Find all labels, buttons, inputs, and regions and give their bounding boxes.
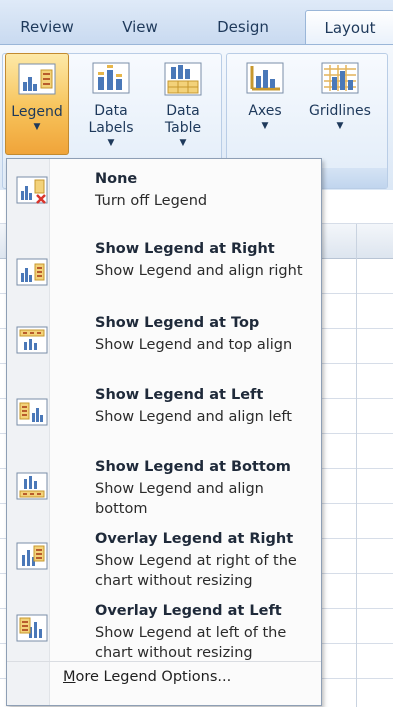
tab-layout[interactable]: Layout: [305, 10, 393, 45]
menu-item-legend-bottom[interactable]: Show Legend at Bottom Show Legend and al…: [7, 459, 321, 521]
gridlines-icon: [320, 59, 360, 99]
menu-separator: [7, 661, 321, 662]
data-table-icon: [163, 59, 203, 99]
menu-item-overlay-legend-right[interactable]: Overlay Legend at Right Show Legend at r…: [7, 531, 321, 593]
menu-item-title: Overlay Legend at Left: [95, 603, 282, 619]
menu-item-title: Overlay Legend at Right: [95, 531, 294, 547]
legend-right-icon: [15, 255, 49, 289]
data-labels-button[interactable]: Data Labels ▼: [78, 53, 144, 153]
tab-design[interactable]: Design: [208, 10, 278, 44]
overlay-legend-right-icon: [15, 539, 49, 573]
legend-none-icon: [15, 173, 49, 207]
legend-bottom-icon: [15, 469, 49, 503]
menu-item-description: Turn off Legend: [95, 193, 208, 209]
data-labels-label: Data Labels: [88, 103, 134, 136]
more-options-label: ore Legend Options...: [75, 669, 232, 685]
legend-dropdown-menu: None Turn off Legend Show Legend at Righ…: [6, 158, 322, 706]
menu-item-description: Show Legend at right of the chart withou…: [95, 553, 297, 589]
tab-view[interactable]: View: [112, 10, 168, 44]
chevron-down-icon: ▼: [33, 122, 41, 132]
axes-button[interactable]: Axes ▼: [236, 53, 294, 153]
more-options-accelerator: M: [63, 669, 76, 685]
menu-item-title: Show Legend at Top: [95, 315, 260, 331]
gridlines-label: Gridlines: [309, 103, 371, 119]
menu-item-description: Show Legend and align left: [95, 409, 292, 425]
axes-icon: [245, 59, 285, 99]
legend-label: Legend: [11, 104, 63, 120]
menu-item-legend-top[interactable]: Show Legend at Top Show Legend and top a…: [7, 315, 321, 377]
gridlines-button[interactable]: Gridlines ▼: [300, 53, 380, 153]
legend-top-icon: [15, 323, 49, 357]
menu-item-title: Show Legend at Bottom: [95, 459, 291, 475]
menu-item-legend-left[interactable]: Show Legend at Left Show Legend and alig…: [7, 387, 321, 449]
menu-item-title: None: [95, 171, 138, 187]
more-legend-options-link[interactable]: More Legend Options...: [63, 669, 231, 685]
legend-icon: [17, 60, 57, 100]
menu-item-legend-right[interactable]: Show Legend at Right Show Legend and ali…: [7, 241, 321, 303]
overlay-legend-left-icon: [15, 611, 49, 645]
chevron-down-icon: ▼: [179, 138, 187, 148]
menu-item-description: Show Legend at left of the chart without…: [95, 625, 287, 661]
menu-item-legend-none[interactable]: None Turn off Legend: [7, 167, 321, 225]
menu-item-title: Show Legend at Left: [95, 387, 264, 403]
menu-item-description: Show Legend and top align: [95, 337, 293, 353]
legend-button[interactable]: Legend ▼: [5, 53, 69, 155]
legend-left-icon: [15, 395, 49, 429]
axes-label: Axes: [248, 103, 282, 119]
chevron-down-icon: ▼: [261, 121, 269, 131]
data-labels-icon: [91, 59, 131, 99]
data-table-button[interactable]: Data Table ▼: [150, 53, 216, 153]
menu-item-description: Show Legend and align right: [95, 263, 303, 279]
chevron-down-icon: ▼: [107, 138, 115, 148]
menu-item-title: Show Legend at Right: [95, 241, 275, 257]
menu-item-description: Show Legend and align bottom: [95, 481, 264, 517]
tab-review[interactable]: Review: [12, 10, 82, 44]
ribbon-tab-bar: Review View Design Layout: [0, 0, 393, 45]
menu-item-overlay-legend-left[interactable]: Overlay Legend at Left Show Legend at le…: [7, 603, 321, 665]
chevron-down-icon: ▼: [336, 121, 344, 131]
worksheet-column-divider: [356, 224, 357, 707]
data-table-label: Data Table: [164, 103, 202, 136]
